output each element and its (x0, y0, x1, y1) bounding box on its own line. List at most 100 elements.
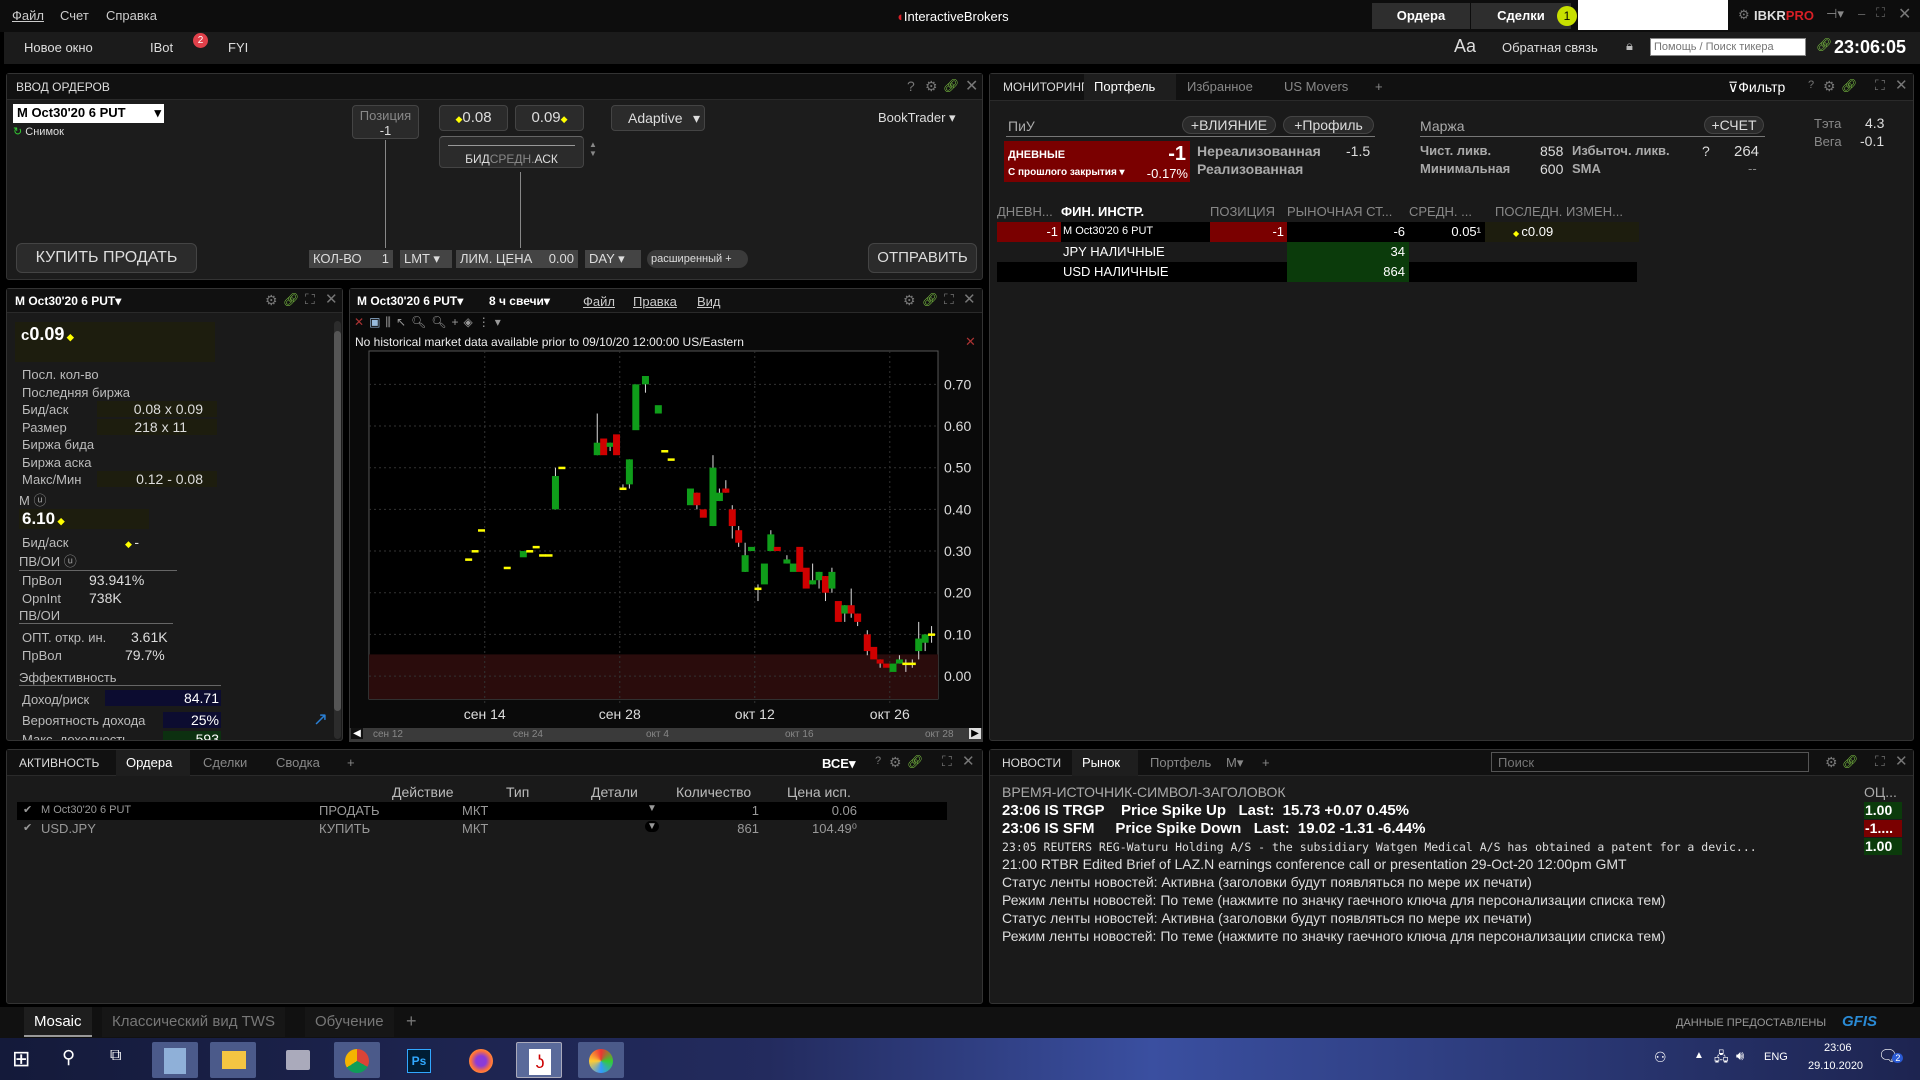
news-item[interactable]: Режим ленты новостей: По теме (нажмите п… (1002, 892, 1666, 908)
add-tab-button[interactable]: + (337, 750, 365, 776)
details-dropdown[interactable]: ▼ (647, 803, 657, 814)
maximize-icon[interactable]: ⛶ (1875, 77, 1885, 94)
network-icon[interactable]: 🖧︎ (1714, 1048, 1729, 1070)
expand-arrow-icon[interactable]: ↗ (313, 709, 328, 730)
feedback-link[interactable]: Обратная связь (1502, 40, 1598, 55)
column-header[interactable]: ДНЕВН... (997, 204, 1053, 219)
news-item[interactable]: 23:06 IS TRGP Price Spike Up Last: 15.73… (1002, 802, 1409, 819)
news-item[interactable]: 21:00 RTBR Edited Brief of LAZ.N earning… (1002, 856, 1627, 872)
advanced-button[interactable]: расширенный + (647, 250, 748, 268)
symbol-dropdown[interactable]: M Oct30'20 6 PUT ▾ (13, 104, 164, 123)
news-item[interactable]: Статус ленты новостей: Активна (заголовк… (1002, 874, 1532, 890)
column-header[interactable]: Действие (392, 784, 454, 800)
language-indicator[interactable]: ENG (1764, 1051, 1788, 1063)
chart-navigator[interactable]: ◀ сен 12 сен 24 окт 4 окт 16 окт 28 ▶ (349, 728, 983, 742)
impact-button[interactable]: +ВЛИЯНИЕ (1182, 116, 1276, 134)
column-header[interactable]: Детали (591, 784, 638, 800)
snapshot-link[interactable]: ↻ Снимок (13, 125, 64, 138)
taskbar-time[interactable]: 23:06 (1824, 1042, 1852, 1054)
tab-news-m[interactable]: M▾ (1216, 750, 1253, 776)
maximize-icon[interactable]: ⛶ (305, 291, 315, 308)
column-header[interactable]: Количество (676, 784, 751, 800)
notifications-icon[interactable]: 🗨︎2 (1878, 1046, 1904, 1066)
tab-trades[interactable]: Сделки (193, 750, 257, 776)
windows-start-icon[interactable]: ⊞ (12, 1046, 30, 1072)
tab-monitoring[interactable]: МОНИТОРИНГ (993, 74, 1098, 100)
column-header[interactable]: ПОСЛЕДН. ИЗМЕН... (1495, 204, 1623, 219)
since-close-dropdown[interactable]: С прошлого закрытия ▾ (1008, 167, 1125, 178)
maximize-icon[interactable]: ⛶ (1875, 753, 1885, 770)
new-window-button[interactable]: Новое окно (24, 40, 93, 55)
tab-us-movers[interactable]: US Movers (1274, 74, 1358, 100)
chrome-icon[interactable] (334, 1042, 380, 1078)
submit-button[interactable]: ОТПРАВИТЬ (868, 243, 977, 273)
people-icon[interactable]: ⚇ (1654, 1049, 1667, 1066)
column-header[interactable]: ФИН. ИНСТР. (1061, 204, 1144, 219)
tab-watchlist[interactable]: Избранное (1177, 74, 1263, 100)
link-icon[interactable]: 🔗︎ (283, 292, 300, 308)
system-monitor-icon[interactable] (274, 1042, 320, 1078)
column-header[interactable]: РЫНОЧНАЯ СТ... (1287, 204, 1392, 219)
tab-orders[interactable]: Ордера (116, 750, 190, 776)
column-header[interactable]: СРЕДН. ... (1409, 204, 1472, 219)
close-icon[interactable]: ✕ (1895, 76, 1908, 94)
filter-dropdown[interactable]: ВСЕ▾ (822, 756, 855, 772)
link-icon[interactable]: 🔗︎ (907, 754, 924, 770)
volume-icon[interactable]: 🔊︎ (1736, 1048, 1744, 1064)
font-size-button[interactable]: Aa (1454, 36, 1476, 57)
close-icon[interactable]: ✕ (962, 752, 975, 770)
filter-button[interactable]: ⊽Фильтр (1728, 79, 1785, 96)
paint-icon[interactable] (578, 1042, 624, 1078)
lock-icon[interactable]: 🔒︎ (1626, 38, 1633, 54)
limit-price-field[interactable]: ЛИМ. ЦЕНА 0.00 (456, 250, 578, 268)
search-icon[interactable]: ⚲ (62, 1047, 75, 1068)
add-layout-button[interactable]: + (406, 1011, 417, 1032)
link-icon[interactable]: 🔗︎ (943, 78, 960, 94)
layout-tab-mosaic[interactable]: Mosaic (24, 1007, 92, 1037)
task-view-icon[interactable]: ⧉ (110, 1047, 121, 1065)
account-button[interactable]: +СЧЕТ (1704, 116, 1764, 134)
news-item[interactable]: 23:05 REUTERS REG-Waturu Holding A/S - t… (1002, 840, 1757, 854)
gear-icon[interactable]: ⚙ (1825, 754, 1838, 771)
quote-scrollbar[interactable] (334, 321, 341, 739)
layout-tab-learning[interactable]: Обучение (305, 1007, 394, 1037)
column-header[interactable]: ПОЗИЦИЯ (1210, 204, 1275, 219)
help-icon[interactable]: ? (875, 755, 881, 767)
close-icon[interactable]: ✕ (1898, 4, 1911, 24)
photoshop-icon[interactable]: Ps (396, 1042, 442, 1078)
tab-summary[interactable]: Сводка (266, 750, 330, 776)
scroll-right-icon[interactable]: ▶ (969, 728, 981, 739)
column-header[interactable]: Цена исп. (787, 784, 851, 800)
minimize-icon[interactable]: – (1858, 6, 1865, 21)
booktrader-dropdown[interactable]: BookTrader ▾ (878, 110, 956, 126)
scroll-left-icon[interactable]: ◀ (351, 728, 363, 739)
buy-sell-toggle[interactable]: КУПИТЬ ПРОДАТЬ (16, 243, 197, 273)
help-icon[interactable]: ? (1702, 143, 1710, 159)
link-icon[interactable]: 🔗︎ (1816, 37, 1833, 53)
order-type-dropdown[interactable]: LMT ▾ (400, 250, 452, 268)
help-search-input[interactable] (1650, 38, 1806, 56)
order-row[interactable]: ✔ USD.JPY КУПИТЬ МКТ ▼ 861 104.49⁰ (17, 820, 947, 838)
menu-file[interactable]: Файл (12, 8, 44, 23)
table-row[interactable]: USD НАЛИЧНЫЕ 864 (997, 262, 1637, 282)
table-row[interactable]: -1 M Oct30'20 6 PUT -1 -6 0.05¹ ◆ c0.09 (997, 222, 1639, 242)
price-slider[interactable]: БИДСРЕДН.АСК (439, 136, 584, 168)
link-icon[interactable]: 🔗︎ (1842, 754, 1859, 770)
tif-dropdown[interactable]: DAY ▾ (585, 250, 641, 268)
bid-price-button[interactable]: ◆0.08 (439, 105, 508, 131)
gear-icon[interactable]: ⚙ (889, 754, 902, 771)
add-tab-button[interactable]: + (1365, 74, 1393, 100)
layout-tab-classic[interactable]: Классический вид TWS (102, 1007, 285, 1037)
gear-icon[interactable]: ⚙ (265, 292, 278, 309)
file-explorer-icon[interactable] (210, 1042, 256, 1078)
pin-icon[interactable]: ⊣▾ (1826, 6, 1844, 22)
firefox-icon[interactable] (458, 1042, 504, 1078)
gear-icon[interactable]: ⚙ (1823, 78, 1836, 95)
profile-button[interactable]: +Профиль (1283, 116, 1374, 134)
orders-button[interactable]: Ордера (1372, 3, 1470, 29)
tws-icon[interactable]: ʖ (516, 1042, 562, 1078)
tab-activity[interactable]: АКТИВНОСТЬ (9, 750, 109, 776)
column-header[interactable]: Тип (506, 784, 529, 800)
help-icon[interactable]: ? (907, 78, 915, 94)
close-icon[interactable]: ✕ (325, 290, 338, 308)
